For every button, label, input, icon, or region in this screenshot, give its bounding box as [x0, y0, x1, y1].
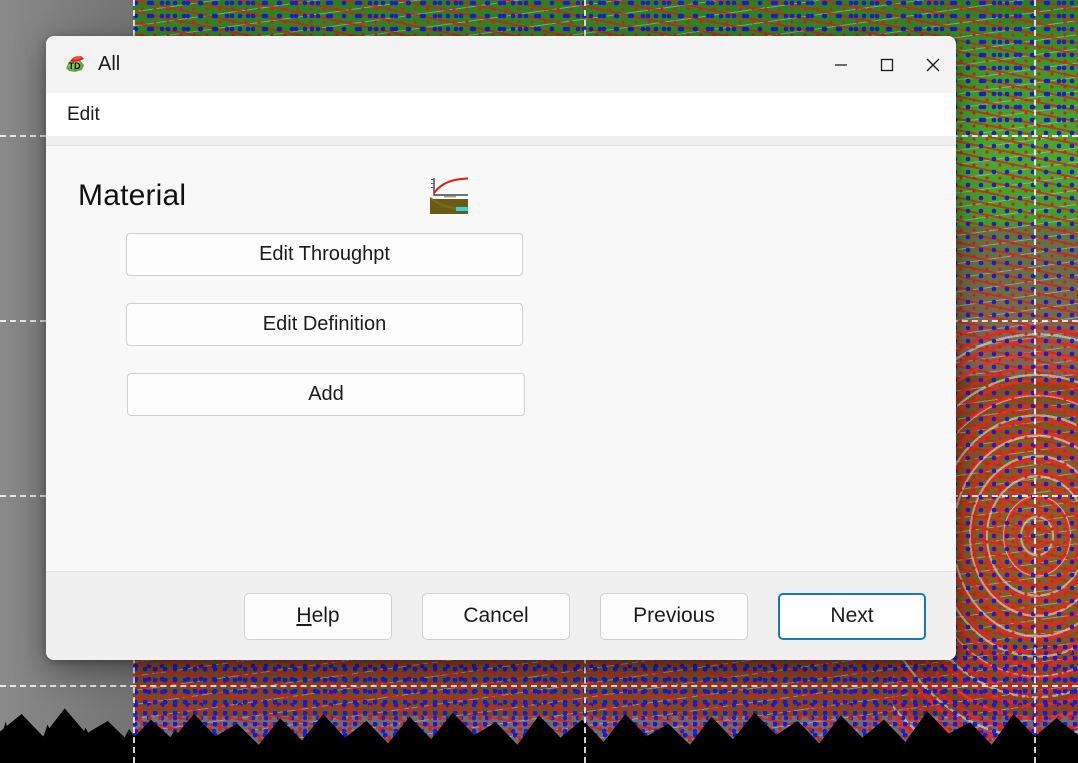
help-button[interactable]: Help [244, 592, 392, 640]
material-dialog: TD All Edit Material Edit Throughpt Edit… [46, 36, 956, 660]
previous-button[interactable]: Previous [600, 592, 748, 640]
td-logo-icon: TD [63, 53, 87, 77]
maximize-icon[interactable] [864, 36, 910, 93]
dialog-footer: Help Cancel Previous Next [46, 571, 956, 660]
section-header: Material [46, 168, 956, 224]
screen: TD All Edit Material Edit Throughpt Edit… [0, 0, 1078, 763]
cancel-button[interactable]: Cancel [422, 592, 570, 640]
edit-throughpt-button[interactable]: Edit Throughpt [126, 233, 523, 276]
menu-bar: Edit [46, 93, 956, 136]
guide-line-vertical [1034, 0, 1036, 763]
menu-item-edit[interactable]: Edit [61, 101, 106, 129]
edit-definition-button[interactable]: Edit Definition [126, 303, 523, 346]
help-label-rest: elp [311, 604, 340, 627]
window-title: All [98, 53, 121, 75]
menu-separator [46, 136, 956, 146]
help-accelerator: H [296, 604, 312, 627]
page-title: Material [78, 179, 187, 212]
title-bar-left: TD All [46, 53, 818, 77]
minimize-icon[interactable] [818, 36, 864, 93]
next-button[interactable]: Next [778, 592, 926, 640]
material-action-buttons: Edit Throughpt Edit Definition Add [46, 224, 956, 443]
close-icon[interactable] [910, 36, 956, 93]
window-controls [818, 36, 956, 93]
svg-text:TD: TD [69, 61, 81, 71]
slope-chart-icon [428, 175, 470, 217]
dialog-body: Material Edit Throughpt Edit Definition … [46, 146, 956, 571]
add-button[interactable]: Add [127, 373, 525, 416]
guide-line-horizontal [0, 685, 1078, 687]
title-bar[interactable]: TD All [46, 36, 956, 93]
